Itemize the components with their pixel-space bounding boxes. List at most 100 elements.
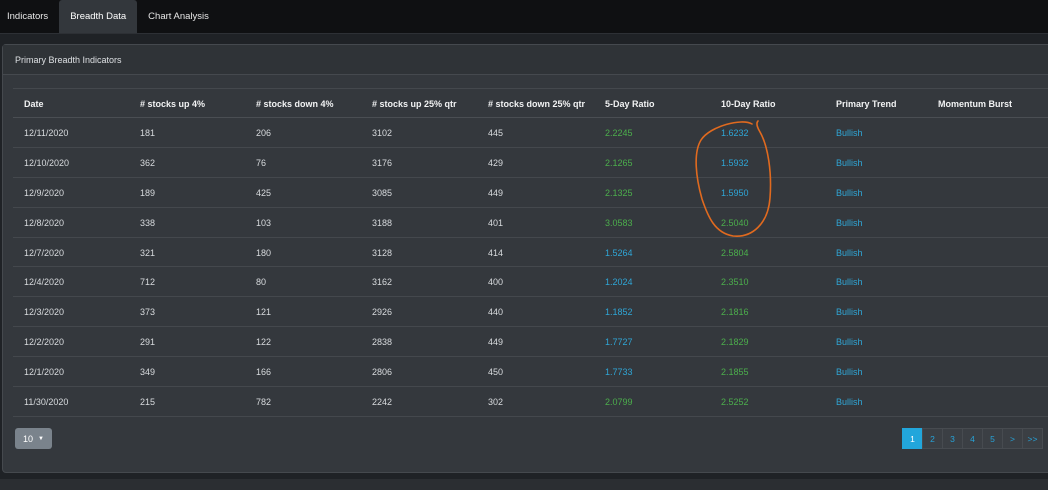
cell-10-day-ratio: 2.3510 xyxy=(721,277,749,288)
cell-primary-trend[interactable]: Bullish xyxy=(836,248,863,258)
cell-stocks-up-4: 189 xyxy=(140,187,156,198)
cell-stocks-down-25: 414 xyxy=(488,247,504,258)
cell-10-day-ratio: 2.1816 xyxy=(721,307,749,318)
breadth-panel: Primary Breadth Indicators Date # stocks… xyxy=(2,44,1048,473)
cell-5-day-ratio: 3.0583 xyxy=(605,217,633,228)
cell-stocks-down-4: 425 xyxy=(256,187,272,198)
bottom-strip xyxy=(0,479,1048,490)
table-row[interactable]: 12/3/2020 373 121 2926 440 1.1852 2.1816 Bullis… xyxy=(13,297,1048,328)
cell-stocks-up-4: 362 xyxy=(140,157,156,168)
cell-date: 12/4/2020 xyxy=(24,277,65,288)
cell-stocks-down-4: 782 xyxy=(256,397,272,408)
page-size-value: 10 xyxy=(23,433,34,444)
table-row[interactable]: 12/11/2020 181 206 3102 445 2.2245 1.6232 Bulli… xyxy=(13,118,1048,148)
table-row[interactable]: 12/8/2020 338 103 3188 401 3.0583 2.5040 Bullis… xyxy=(13,208,1048,238)
table-row[interactable]: 12/9/2020 189 425 3085 449 2.1325 1.5950 Bullis… xyxy=(13,178,1048,208)
table-row[interactable]: 12/2/2020 291 122 2838 449 1.7727 2.1829 Bullis… xyxy=(13,327,1048,358)
table-row[interactable]: 11/30/2020 215 782 2242 302 2.0799 2.5252 Bulli… xyxy=(13,387,1048,417)
cell-date: 11/30/2020 xyxy=(24,397,69,408)
cell-stocks-down-4: 76 xyxy=(256,157,267,168)
cell-stocks-down-25: 440 xyxy=(488,307,504,318)
panel-title: Primary Breadth Indicators xyxy=(15,55,122,65)
header-stocks-up-25-qtr[interactable]: # stocks up 25% qtr xyxy=(372,99,457,109)
cell-primary-trend[interactable]: Bullish xyxy=(836,307,863,317)
cell-primary-trend[interactable]: Bullish xyxy=(836,218,863,228)
cell-stocks-up-25: 3085 xyxy=(372,187,393,198)
cell-stocks-up-4: 291 xyxy=(140,337,156,348)
cell-stocks-down-25: 450 xyxy=(488,367,504,378)
cell-10-day-ratio: 2.1829 xyxy=(721,337,749,348)
cell-stocks-down-25: 429 xyxy=(488,157,504,168)
table-body: 12/11/2020 181 206 3102 445 2.2245 1.6232 Bulli… xyxy=(13,118,1048,417)
cell-stocks-up-4: 349 xyxy=(140,367,156,378)
header-date[interactable]: Date xyxy=(24,99,44,109)
cell-primary-trend[interactable]: Bullish xyxy=(836,128,863,138)
page-button-1[interactable]: 1 xyxy=(902,428,923,449)
tab-indicators[interactable]: Indicators xyxy=(0,0,59,33)
cell-10-day-ratio: 2.5252 xyxy=(721,397,749,408)
cell-10-day-ratio: 2.1855 xyxy=(721,367,749,378)
page-next-button[interactable]: > xyxy=(1002,428,1023,449)
page-size-dropdown[interactable]: 10 ▼ xyxy=(15,428,52,449)
table-row[interactable]: 12/7/2020 321 180 3128 414 1.5264 2.5804 Bullis… xyxy=(13,238,1048,268)
cell-primary-trend[interactable]: Bullish xyxy=(836,337,863,347)
cell-primary-trend[interactable]: Bullish xyxy=(836,277,863,287)
header-stocks-up-4[interactable]: # stocks up 4% xyxy=(140,99,205,109)
cell-stocks-up-25: 3188 xyxy=(372,217,393,228)
cell-stocks-up-25: 2926 xyxy=(372,307,393,318)
cell-5-day-ratio: 1.7733 xyxy=(605,367,633,378)
cell-stocks-up-25: 2838 xyxy=(372,337,393,348)
table-row[interactable]: 12/10/2020 362 76 3176 429 2.1265 1.5932 Bullis… xyxy=(13,148,1048,178)
cell-5-day-ratio: 1.1852 xyxy=(605,307,633,318)
cell-stocks-down-25: 445 xyxy=(488,128,504,138)
cell-5-day-ratio: 1.7727 xyxy=(605,337,633,348)
cell-date: 12/2/2020 xyxy=(24,337,65,348)
header-5-day-ratio[interactable]: 5-Day Ratio xyxy=(605,99,655,109)
cell-date: 12/3/2020 xyxy=(24,307,65,318)
cell-5-day-ratio: 2.1325 xyxy=(605,187,633,198)
cell-date: 12/7/2020 xyxy=(24,247,65,258)
cell-10-day-ratio: 2.5040 xyxy=(721,217,749,228)
cell-primary-trend[interactable]: Bullish xyxy=(836,188,863,198)
cell-stocks-down-4: 180 xyxy=(256,247,272,258)
cell-date: 12/1/2020 xyxy=(24,367,65,378)
pagination: 1 2 3 4 5 > >> xyxy=(902,428,1043,449)
table-row[interactable]: 12/4/2020 712 80 3162 400 1.2024 2.3510 Bullish xyxy=(13,267,1048,298)
cell-stocks-down-25: 400 xyxy=(488,277,504,288)
page-size-control: 10 ▼ xyxy=(15,428,52,449)
cell-stocks-up-25: 2242 xyxy=(372,397,393,408)
cell-5-day-ratio: 2.0799 xyxy=(605,397,633,408)
cell-10-day-ratio: 1.5932 xyxy=(721,157,749,168)
cell-stocks-down-4: 121 xyxy=(256,307,272,318)
page-button-2[interactable]: 2 xyxy=(922,428,943,449)
cell-5-day-ratio: 2.2245 xyxy=(605,128,633,138)
cell-stocks-up-25: 3102 xyxy=(372,128,393,138)
cell-5-day-ratio: 1.2024 xyxy=(605,277,633,288)
header-10-day-ratio[interactable]: 10-Day Ratio xyxy=(721,99,776,109)
header-stocks-down-4[interactable]: # stocks down 4% xyxy=(256,99,334,109)
cell-primary-trend[interactable]: Bullish xyxy=(836,397,863,407)
cell-date: 12/10/2020 xyxy=(24,157,70,168)
cell-primary-trend[interactable]: Bullish xyxy=(836,367,863,377)
page-button-3[interactable]: 3 xyxy=(942,428,963,449)
cell-primary-trend[interactable]: Bullish xyxy=(836,158,863,168)
cell-stocks-down-25: 449 xyxy=(488,187,504,198)
tab-breadth-data[interactable]: Breadth Data xyxy=(59,0,138,33)
header-stocks-down-25-qtr[interactable]: # stocks down 25% qtr xyxy=(488,99,585,109)
cell-stocks-down-4: 103 xyxy=(256,217,272,228)
cell-stocks-up-4: 338 xyxy=(140,217,156,228)
cell-stocks-up-4: 181 xyxy=(140,128,156,138)
cell-10-day-ratio: 1.6232 xyxy=(721,128,749,138)
header-momentum-burst[interactable]: Momentum Burst xyxy=(938,99,1012,109)
page-button-4[interactable]: 4 xyxy=(962,428,983,449)
cell-date: 12/8/2020 xyxy=(24,217,65,228)
page-button-5[interactable]: 5 xyxy=(982,428,1003,449)
header-primary-trend[interactable]: Primary Trend xyxy=(836,99,897,109)
cell-stocks-down-4: 80 xyxy=(256,277,267,288)
table-row[interactable]: 12/1/2020 349 166 2806 450 1.7733 2.1855 Bullis… xyxy=(13,357,1048,388)
tab-chart-analysis[interactable]: Chart Analysis xyxy=(137,0,220,33)
page-last-button[interactable]: >> xyxy=(1022,428,1043,449)
cell-stocks-down-25: 449 xyxy=(488,337,504,348)
cell-stocks-down-4: 206 xyxy=(256,128,272,138)
cell-stocks-up-25: 3128 xyxy=(372,247,393,258)
